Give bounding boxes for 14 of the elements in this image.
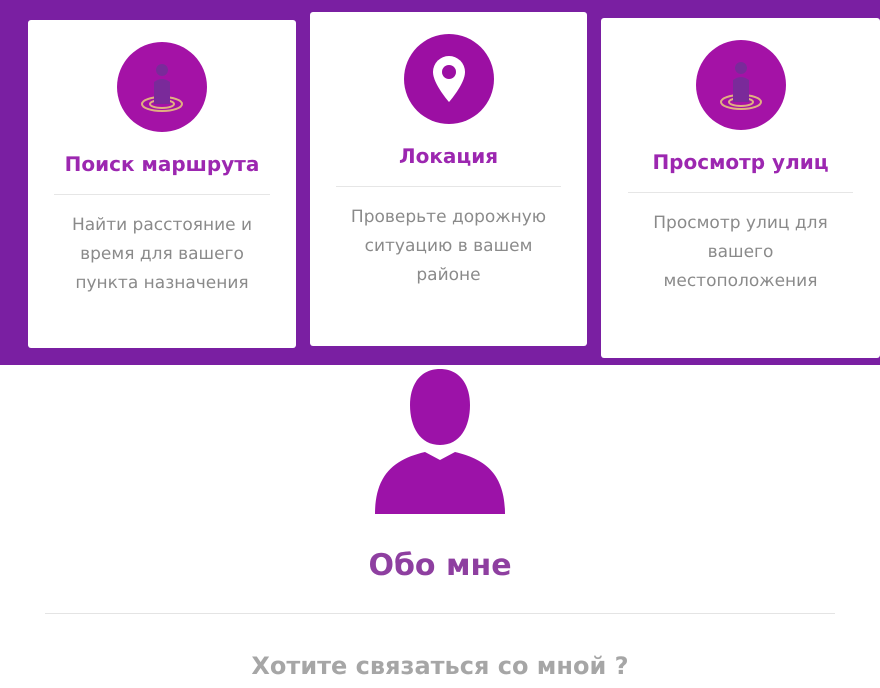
card-title: Просмотр улиц	[652, 150, 829, 174]
feature-card[interactable]: Поиск маршрута Найти расстояние и время для вашего пункта назначения	[28, 20, 296, 348]
card-title: Поиск маршрута	[64, 152, 260, 176]
contact-prompt: Хотите связаться со мной ?	[251, 652, 629, 680]
location-pin-icon	[404, 34, 494, 124]
card-description: Найти расстояние и время для вашего пункта назначения	[70, 214, 254, 295]
about-heading: Обо мне	[368, 548, 512, 583]
card-description: Проверьте дорожную ситуацию в вашем районе	[350, 206, 548, 287]
person-on-target-icon	[696, 40, 786, 130]
feature-card[interactable]: Просмотр улиц Просмотр улиц для вашего местоположения	[601, 18, 880, 358]
feature-card[interactable]: Локация Проверьте дорожную ситуацию в вашем районе	[310, 12, 588, 346]
card-title: Локация	[398, 144, 498, 168]
person-on-target-icon	[117, 42, 208, 132]
card-description: Просмотр улиц для вашего местоположения	[652, 212, 829, 293]
